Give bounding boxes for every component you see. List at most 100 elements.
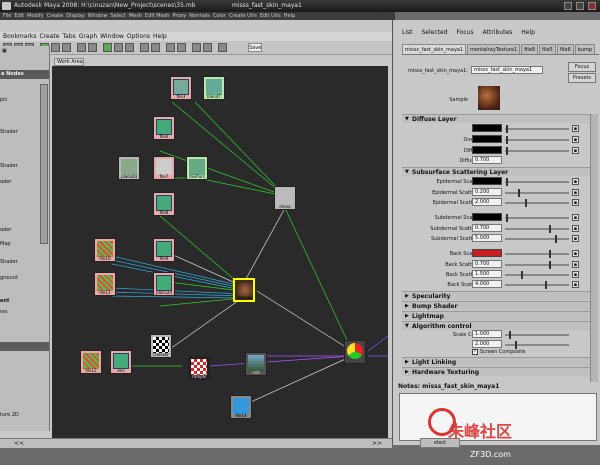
attribute-editor-scrollbar[interactable] [590,114,598,382]
side-item[interactable]: pic [0,97,7,103]
menu-item-mesh[interactable]: Mesh [129,13,142,19]
map-button[interactable]: ▪ [572,178,579,185]
node-file11[interactable]: file11 [94,272,116,296]
side-item[interactable]: Map [0,241,11,247]
focus-button[interactable]: Focus [568,62,596,72]
hg-menu-item-help[interactable]: Help [153,33,167,40]
tab-work-area[interactable]: Work Area [54,58,84,66]
section-algorithm-control[interactable]: ▼ Algorithm control [402,321,590,330]
maximize-icon[interactable] [576,2,584,10]
side-item[interactable]: Shader [0,259,18,265]
toolbar-button[interactable] [166,43,175,52]
side-item[interactable]: Shader [0,163,18,169]
back-scatter-weight-field[interactable]: 0.700 [472,260,502,268]
hg-menu-item-bookmarks[interactable]: Bookmarks [3,33,37,40]
node-file9[interactable]: file9 [153,238,175,262]
toolbar-button[interactable] [88,43,97,52]
back-scatter-radius-field[interactable]: 1.500 [472,270,502,278]
node-file3[interactable]: file3 [170,76,192,100]
menu-item-select[interactable]: Select [110,13,125,19]
side-panel-scrollbar[interactable] [40,84,48,244]
node-place2d-b[interactable]: place2d [153,272,175,296]
node-misss-shader[interactable]: misss [274,186,296,210]
falloff-field[interactable]: 2.000 [472,340,502,348]
scale-conversion-slider[interactable] [505,331,569,339]
tab-file5[interactable]: file5 [539,44,556,54]
side-item-selected[interactable] [0,342,49,351]
back-scatter-weight-slider[interactable] [505,261,569,269]
menu-item-color[interactable]: Color [213,13,226,19]
node-divide[interactable]: diviPurs [186,156,208,180]
subdermal-color-swatch[interactable] [472,213,502,221]
map-button[interactable]: ▪ [572,261,579,268]
menu-item-edit[interactable]: Edit [14,13,24,19]
node-file10[interactable]: file10 [94,238,116,262]
hg-menu-item-create[interactable]: Create [40,33,60,40]
menu-item-edit-uvs[interactable]: Edit UVs [260,13,281,19]
node-file8[interactable]: file8 [153,192,175,216]
node-name-field[interactable]: misss_fast_skin_maya1 [471,66,543,74]
falloff-slider[interactable] [505,341,569,349]
section-bump-shader[interactable]: ▶ Bump Shader [402,301,590,310]
map-button[interactable]: ▪ [572,125,579,132]
menu-item-edit-mesh[interactable]: Edit Mesh [145,13,169,19]
map-button[interactable]: ▪ [572,250,579,257]
side-item[interactable]: ent [0,298,9,304]
node-file6[interactable]: file6 [153,116,175,140]
node-place3d[interactable]: file14 [230,395,252,419]
side-item[interactable]: Shader [0,129,18,135]
subdermal-color-slider[interactable] [505,214,569,222]
node-sample-selected[interactable]: sample [233,278,255,302]
presets-button[interactable]: Presets [568,73,596,83]
toolbar-button[interactable] [218,43,227,52]
node-env[interactable]: env [110,350,132,374]
overall-color-slider[interactable] [505,136,569,144]
side-item[interactable]: ground [0,275,18,281]
side-item[interactable]: res [0,309,8,315]
tab-file6[interactable]: file6 [556,44,574,54]
node-mib[interactable]: mib [245,352,267,376]
menu-item-modify[interactable]: Modify [27,13,44,19]
hypergraph-field[interactable]: Save [248,43,262,52]
diffuse-weight-field[interactable]: 0.700 [472,156,502,164]
diffuse-color-swatch[interactable] [472,146,502,154]
toolbar-button[interactable] [114,43,123,52]
menu-item-proxy[interactable]: Proxy [172,13,186,19]
section-diffuse-layer[interactable]: ▼ Diffuse Layer [402,114,590,123]
tab-file8[interactable]: file8 [521,44,539,54]
node-file12[interactable]: file12 [80,350,102,374]
map-button[interactable]: ▪ [572,136,579,143]
tool-icon[interactable]: ▣ [2,48,7,54]
menu-item-file[interactable]: File [3,13,11,19]
node-ramp[interactable]: rampN [188,356,210,380]
toolbar-button[interactable] [125,43,134,52]
map-button[interactable]: ▪ [572,189,579,196]
scale-conversion-field[interactable]: 1.000 [472,330,502,338]
tab-mentalraytexture1[interactable]: mentalrayTexture1 [467,44,521,54]
menu-item-help[interactable]: Help [284,13,295,19]
node-file7[interactable]: file7 [153,156,175,180]
ae-menu-item-help[interactable]: Help [521,29,535,36]
toolbar-button[interactable] [151,43,160,52]
tab-misss-fast-skin-maya1[interactable]: misss_fast_skin_maya1 [402,44,467,54]
toolbar-button[interactable] [103,43,112,52]
tab-bump[interactable]: bump [574,44,596,54]
hg-menu-item-graph[interactable]: Graph [79,33,97,40]
map-button[interactable]: ▪ [572,281,579,288]
map-button[interactable]: ▪ [572,235,579,242]
epidermal-color-swatch[interactable] [472,177,502,185]
menu-item-create[interactable]: Create [47,13,64,19]
ae-menu-item-list[interactable]: List [402,29,413,36]
section-lightmap[interactable]: ▶ Lightmap [402,311,590,320]
screen-composite-checkbox[interactable]: ✓ [472,349,478,355]
section-subsurface-scattering[interactable]: ▼ Subsurface Scattering Layer [402,167,590,176]
toolbar-button[interactable] [192,43,201,52]
menu-item-normals[interactable]: Normals [189,13,210,19]
close-icon[interactable] [588,2,596,10]
epidermal-radius-field[interactable]: 2.000 [472,198,502,206]
toolbar-button[interactable] [203,43,212,52]
hg-menu-item-options[interactable]: Options [127,33,150,40]
ae-menu-item-attributes[interactable]: Attributes [483,29,513,36]
epidermal-weight-slider[interactable] [505,189,569,197]
subdermal-weight-field[interactable]: 0.700 [472,224,502,232]
